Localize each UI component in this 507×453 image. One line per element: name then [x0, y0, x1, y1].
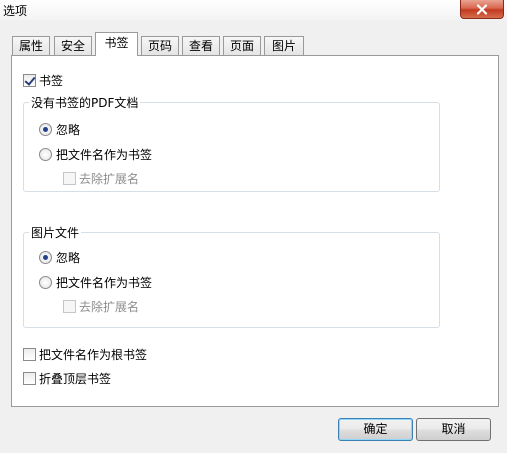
pdf-use-filename-label: 把文件名作为书签: [56, 148, 153, 162]
image-group-title: 图片文件: [29, 226, 82, 240]
tab-images[interactable]: 图片: [264, 36, 304, 56]
title-bar: 选项: [0, 0, 507, 20]
pdf-remove-extension-checkbox[interactable]: [63, 172, 76, 185]
tab-view[interactable]: 查看: [182, 36, 220, 56]
bookmarks-checkbox[interactable]: [23, 74, 36, 87]
collapse-top-bookmarks-checkbox[interactable]: [23, 372, 36, 385]
image-ignore-radio[interactable]: [39, 251, 52, 264]
tab-security[interactable]: 安全: [54, 36, 92, 56]
pdf-ignore-radio[interactable]: [39, 123, 52, 136]
image-remove-extension-checkbox[interactable]: [63, 300, 76, 313]
ok-button[interactable]: 确定: [338, 418, 413, 441]
bookmarks-panel: 书签 没有书签的PDF文档 忽略 把文件名作为书签 去除扩展名 图片文件 忽略 …: [11, 55, 499, 407]
collapse-top-bookmarks-label: 折叠顶层书签: [39, 372, 112, 386]
image-use-filename-label: 把文件名作为书签: [56, 276, 153, 290]
close-button[interactable]: [460, 0, 504, 19]
tab-page[interactable]: 页面: [223, 36, 261, 56]
tab-page-numbers[interactable]: 页码: [141, 36, 179, 56]
tab-bookmarks[interactable]: 书签: [95, 32, 138, 56]
close-x-icon: [476, 3, 488, 15]
tab-properties[interactable]: 属性: [12, 36, 50, 56]
filename-as-root-bookmark-label: 把文件名作为根书签: [39, 348, 148, 362]
image-remove-extension-label: 去除扩展名: [79, 300, 140, 314]
bookmarks-checkbox-label: 书签: [39, 74, 64, 88]
image-use-filename-radio[interactable]: [39, 276, 52, 289]
pdf-remove-extension-label: 去除扩展名: [79, 172, 140, 186]
window-title: 选项: [3, 4, 28, 18]
image-ignore-label: 忽略: [56, 251, 81, 265]
pdf-use-filename-radio[interactable]: [39, 148, 52, 161]
pdf-ignore-label: 忽略: [56, 123, 81, 137]
cancel-button[interactable]: 取消: [416, 418, 491, 441]
filename-as-root-bookmark-checkbox[interactable]: [23, 348, 36, 361]
pdf-group-title: 没有书签的PDF文档: [29, 96, 141, 110]
options-dialog: 选项 属性 安全 书签 页码 查看 页面 图片 书签 没有书签的PDF文档 忽略…: [0, 0, 507, 453]
